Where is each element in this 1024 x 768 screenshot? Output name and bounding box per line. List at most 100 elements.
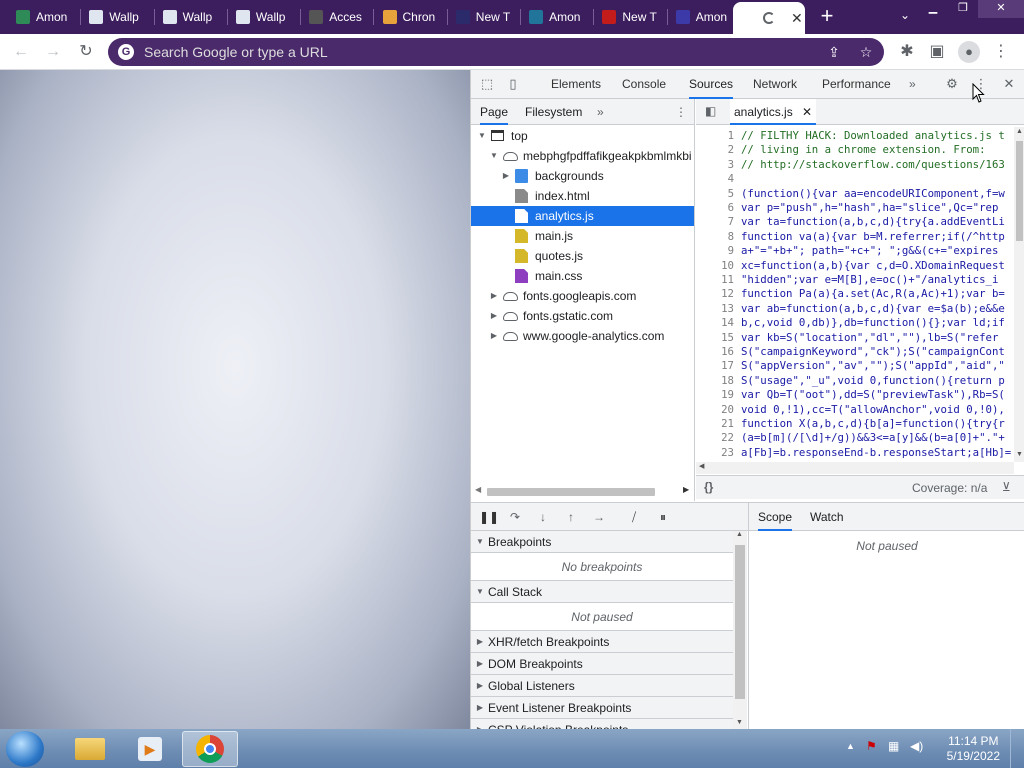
extensions-puzzle-icon[interactable]: ✱ bbox=[896, 41, 918, 63]
forward-arrow-icon[interactable]: → bbox=[42, 41, 64, 63]
minimize-icon[interactable]: ▁ bbox=[918, 0, 948, 18]
browser-tab[interactable]: Wallp bbox=[83, 3, 155, 31]
device-toolbar-icon[interactable]: ▯ bbox=[505, 76, 521, 92]
line-number[interactable]: 17 bbox=[696, 359, 734, 372]
scroll-right-icon[interactable]: ▶ bbox=[683, 485, 689, 494]
reload-icon[interactable]: ↻ bbox=[75, 41, 97, 63]
debugger-section-header[interactable]: ▶ XHR/fetch Breakpoints bbox=[471, 631, 733, 653]
line-number[interactable]: 2 bbox=[696, 143, 734, 156]
line-number[interactable]: 1 bbox=[696, 129, 734, 142]
browser-tab[interactable]: Wallp bbox=[230, 3, 302, 31]
step-icon[interactable]: → bbox=[591, 509, 607, 525]
pretty-print-button[interactable]: {} bbox=[704, 480, 713, 494]
inspect-element-icon[interactable]: ⬚ bbox=[479, 76, 495, 92]
call-stack-section-header[interactable]: ▼ Call Stack bbox=[471, 581, 733, 603]
pause-on-exceptions-icon[interactable]: ⏸ bbox=[655, 509, 671, 525]
debugger-section-header[interactable]: ▶ Global Listeners bbox=[471, 675, 733, 697]
scrollbar-thumb[interactable] bbox=[1016, 141, 1023, 241]
deactivate-breakpoints-icon[interactable]: ⧸ bbox=[626, 509, 642, 525]
window-close-icon[interactable]: ✕ bbox=[978, 0, 1024, 18]
settings-gear-icon[interactable]: ⚙ bbox=[944, 76, 960, 92]
browser-tab[interactable]: Amon bbox=[670, 3, 741, 31]
bookmark-star-icon[interactable]: ☆ bbox=[856, 42, 876, 62]
network-icon[interactable]: ▦ bbox=[888, 739, 899, 753]
tab-active-loading[interactable]: ✕ bbox=[733, 2, 805, 34]
step-over-icon[interactable]: ↷ bbox=[507, 509, 523, 525]
editor-horizontal-scrollbar[interactable]: ◀ bbox=[696, 462, 1014, 474]
debugger-section-header[interactable]: ▶ Event Listener Breakpoints bbox=[471, 697, 733, 719]
navigator-menu-icon[interactable]: ⋮ bbox=[675, 99, 687, 125]
editor-vertical-scrollbar[interactable]: ▲ ▼ bbox=[1014, 127, 1024, 462]
toggle-navigator-icon[interactable]: ◧ bbox=[705, 104, 716, 118]
tree-item[interactable]: ▶ backgrounds bbox=[471, 166, 694, 186]
tree-item[interactable]: main.css bbox=[471, 266, 694, 286]
devtools-tab-console[interactable]: Console bbox=[622, 70, 666, 99]
chrome-menu-icon[interactable]: ⋮ bbox=[990, 41, 1012, 63]
tree-item[interactable]: ▶ www.google-analytics.com bbox=[471, 326, 694, 346]
devtools-tab-elements[interactable]: Elements bbox=[551, 70, 601, 99]
profile-avatar-icon[interactable]: ● bbox=[958, 41, 980, 63]
scroll-down-icon[interactable]: ▼ bbox=[1016, 451, 1023, 458]
step-into-icon[interactable]: ↓ bbox=[535, 509, 551, 525]
line-number[interactable]: 8 bbox=[696, 230, 734, 243]
line-number[interactable]: 11 bbox=[696, 273, 734, 286]
side-panel-icon[interactable]: ▣ bbox=[926, 41, 948, 63]
scroll-down-icon[interactable]: ▼ bbox=[736, 719, 743, 726]
scrollbar-thumb[interactable] bbox=[487, 488, 655, 496]
tree-item[interactable]: analytics.js bbox=[471, 206, 694, 226]
volume-icon[interactable]: ◀) bbox=[910, 739, 923, 753]
line-number[interactable]: 22 bbox=[696, 431, 734, 444]
line-number[interactable]: 10 bbox=[696, 259, 734, 272]
line-number[interactable]: 6 bbox=[696, 201, 734, 214]
browser-tab[interactable]: Chron bbox=[377, 3, 448, 31]
editor-tab-analytics[interactable]: analytics.js ✕ bbox=[730, 99, 817, 125]
expanded-triangle-icon[interactable]: ▼ bbox=[489, 146, 499, 166]
line-number[interactable]: 5 bbox=[696, 187, 734, 200]
navigator-tab-page[interactable]: Page bbox=[480, 99, 509, 125]
expanded-triangle-icon[interactable]: ▼ bbox=[477, 126, 487, 146]
line-number[interactable]: 4 bbox=[696, 172, 734, 185]
line-number[interactable]: 15 bbox=[696, 331, 734, 344]
collapsed-triangle-icon[interactable]: ▶ bbox=[489, 286, 499, 306]
line-number[interactable]: 9 bbox=[696, 244, 734, 257]
collapsed-triangle-icon[interactable]: ▶ bbox=[501, 166, 511, 186]
taskbar-explorer-folder-icon[interactable] bbox=[62, 731, 118, 767]
step-out-icon[interactable]: ↑ bbox=[563, 509, 579, 525]
taskbar-chrome-icon[interactable] bbox=[182, 731, 238, 767]
line-number[interactable]: 13 bbox=[696, 302, 734, 315]
browser-tab[interactable]: Amon bbox=[523, 3, 595, 31]
breakpoints-section-header[interactable]: ▼ Breakpoints bbox=[471, 531, 733, 553]
tree-item[interactable]: index.html bbox=[471, 186, 694, 206]
navigator-tab-filesystem[interactable]: Filesystem bbox=[525, 99, 582, 125]
tree-item[interactable]: ▶ fonts.gstatic.com bbox=[471, 306, 694, 326]
scroll-up-icon[interactable]: ▲ bbox=[1016, 128, 1023, 135]
scroll-up-icon[interactable]: ▲ bbox=[736, 531, 743, 538]
browser-tab[interactable]: Acces bbox=[303, 3, 375, 31]
tab-search-chevron-icon[interactable]: ⌄ bbox=[896, 8, 914, 26]
devtools-tab-performance[interactable]: Performance bbox=[822, 70, 891, 99]
editor-tab-close-icon[interactable]: ✕ bbox=[802, 105, 812, 119]
start-button-windows-icon[interactable] bbox=[6, 731, 44, 767]
coverage-toggle-icon[interactable]: ⊻ bbox=[1002, 480, 1011, 494]
tab-scope[interactable]: Scope bbox=[758, 503, 793, 531]
line-number[interactable]: 16 bbox=[696, 345, 734, 358]
restore-icon[interactable]: ❐ bbox=[948, 0, 978, 18]
code-content[interactable]: 1 // FILTHY HACK: Downloaded analytics.js… bbox=[696, 127, 1014, 462]
clock[interactable]: 11:14 PM 5/19/2022 bbox=[947, 734, 1000, 764]
devtools-close-icon[interactable]: ✕ bbox=[1001, 76, 1017, 92]
show-desktop-button[interactable] bbox=[1010, 729, 1024, 768]
collapsed-triangle-icon[interactable]: ▶ bbox=[489, 306, 499, 326]
more-tabs-chevron[interactable]: » bbox=[909, 70, 916, 99]
omnibox-input[interactable] bbox=[144, 44, 804, 60]
devtools-tab-network[interactable]: Network bbox=[753, 70, 797, 99]
line-number[interactable]: 20 bbox=[696, 403, 734, 416]
navigator-horizontal-scrollbar[interactable]: ◀ ▶ bbox=[471, 484, 695, 498]
line-number[interactable]: 3 bbox=[696, 158, 734, 171]
debugger-section-header[interactable]: ▶ DOM Breakpoints bbox=[471, 653, 733, 675]
scroll-left-icon[interactable]: ◀ bbox=[699, 462, 704, 470]
line-number[interactable]: 12 bbox=[696, 287, 734, 300]
sidebar-vertical-scrollbar[interactable]: ▲ ▼ bbox=[733, 531, 747, 730]
pause-icon[interactable]: ❚❚ bbox=[479, 509, 499, 525]
browser-tab[interactable]: New T bbox=[596, 3, 668, 31]
browser-tab[interactable]: Wallp bbox=[157, 3, 228, 31]
